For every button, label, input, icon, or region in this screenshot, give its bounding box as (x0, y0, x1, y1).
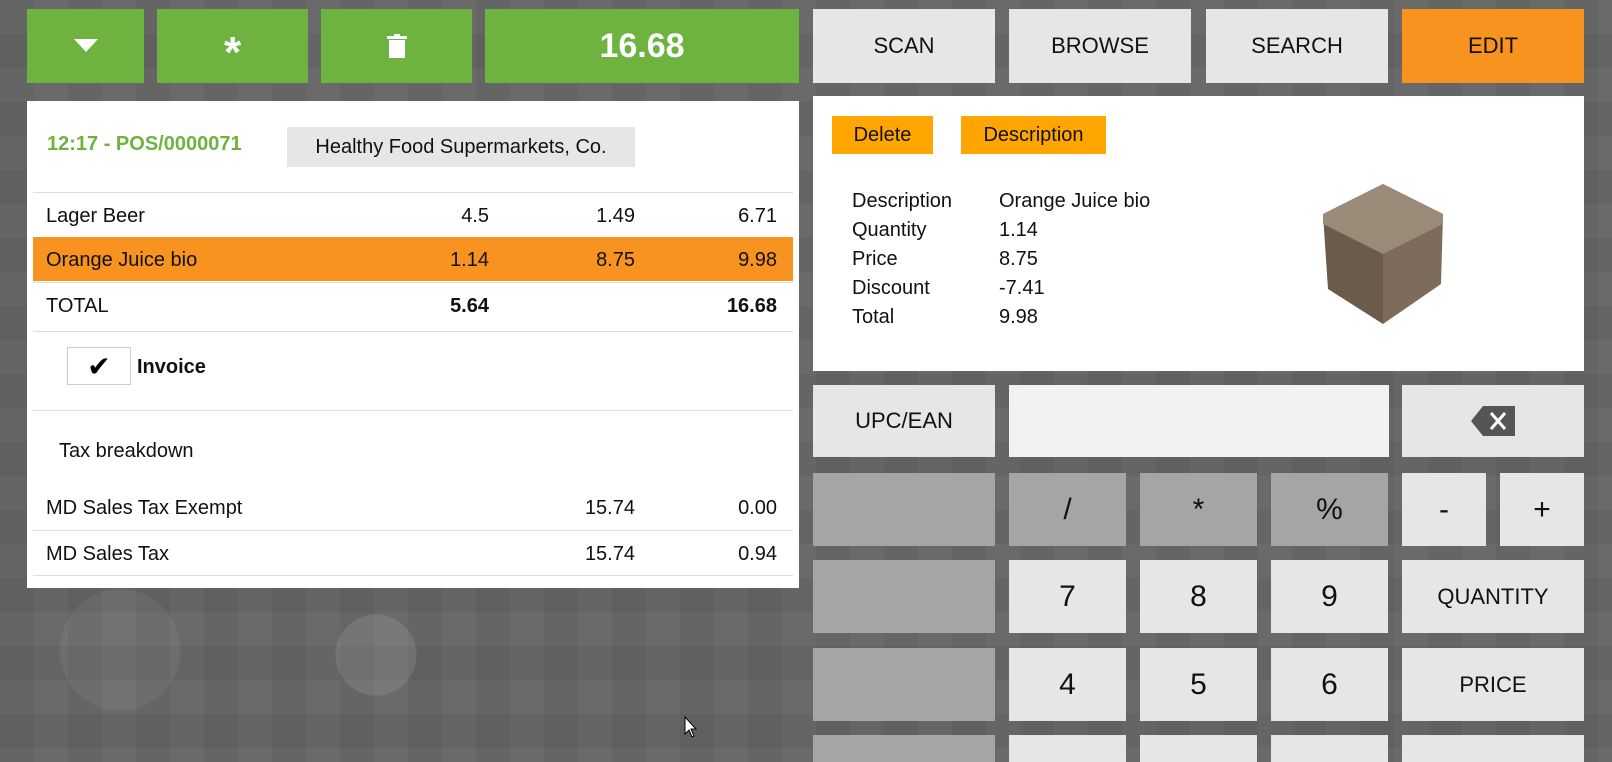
search-button[interactable]: SEARCH (1206, 9, 1388, 83)
blank-key (813, 648, 995, 721)
line-product-name: Lager Beer (46, 205, 145, 227)
line-total: 6.71 (738, 205, 777, 227)
order-total-row: TOTAL 5.64 16.68 (33, 282, 793, 327)
backspace-button[interactable] (1402, 385, 1584, 457)
total-label: TOTAL (46, 295, 109, 317)
price-mode-button[interactable]: PRICE (1402, 648, 1584, 721)
total-quantity: 5.64 (450, 295, 489, 317)
check-icon: ✔ (87, 350, 111, 382)
blank-key (813, 560, 995, 633)
tax-breakdown-title: Tax breakdown (59, 440, 194, 462)
digit-key-partial[interactable] (1140, 735, 1257, 762)
tax-line: MD Sales Tax Exempt 15.74 0.00 (33, 485, 793, 529)
digit-8-key[interactable]: 8 (1140, 560, 1257, 633)
divide-key[interactable]: / (1009, 473, 1126, 546)
line-price: 1.49 (596, 205, 635, 227)
tax-name: MD Sales Tax Exempt (46, 497, 243, 519)
detail-key: Price (852, 248, 898, 270)
quantity-mode-button[interactable]: QUANTITY (1402, 560, 1584, 633)
digit-7-key[interactable]: 7 (1009, 560, 1126, 633)
order-line-selected[interactable]: Orange Juice bio 1.14 8.75 9.98 (33, 237, 793, 281)
detail-key: Description (852, 190, 953, 212)
divider (33, 575, 793, 576)
asterisk-button[interactable]: * (157, 9, 308, 83)
line-total: 9.98 (738, 249, 777, 271)
digit-key-partial[interactable] (1271, 735, 1388, 762)
line-product-name: Orange Juice bio (46, 249, 198, 271)
order-reference: 12:17 - POS/0000071 (47, 133, 242, 155)
mouse-cursor-icon (684, 716, 698, 738)
upc-ean-button[interactable]: UPC/EAN (813, 385, 995, 457)
invoice-checkbox[interactable]: ✔ (67, 347, 131, 385)
backspace-icon (1471, 406, 1515, 436)
tax-name: MD Sales Tax (46, 543, 170, 565)
percent-key[interactable]: % (1271, 473, 1388, 546)
minus-key[interactable]: - (1402, 473, 1486, 546)
customer-button[interactable]: Healthy Food Supermarkets, Co. (287, 127, 635, 167)
caret-down-icon (73, 39, 98, 52)
asterisk-icon: * (223, 28, 242, 77)
description-button[interactable]: Description (961, 116, 1106, 154)
plus-key[interactable]: + (1500, 473, 1584, 546)
detail-value: 8.75 (999, 248, 1038, 270)
tax-base: 15.74 (584, 543, 635, 565)
order-panel: 12:17 - POS/0000071 Healthy Food Superma… (27, 101, 799, 588)
detail-key: Discount (852, 277, 930, 299)
tax-line: MD Sales Tax 15.74 0.94 (33, 530, 793, 575)
detail-value: -7.41 (999, 277, 1045, 299)
digit-5-key[interactable]: 5 (1140, 648, 1257, 721)
digit-4-key[interactable]: 4 (1009, 648, 1126, 721)
digit-6-key[interactable]: 6 (1271, 648, 1388, 721)
delete-line-button[interactable]: Delete (832, 116, 933, 154)
detail-key: Quantity (852, 219, 927, 241)
line-quantity: 1.14 (450, 249, 489, 271)
mode-key-partial[interactable] (1402, 735, 1584, 762)
barcode-input[interactable] (1009, 385, 1389, 457)
order-total-display: 16.68 (485, 9, 799, 83)
dropdown-button[interactable] (27, 9, 144, 83)
line-detail-panel: Delete Description Description Orange Jui… (813, 96, 1584, 371)
blank-key (813, 473, 995, 546)
detail-value: 9.98 (999, 306, 1038, 328)
divider (33, 331, 793, 332)
trash-icon (386, 34, 407, 58)
delete-order-button[interactable] (321, 9, 472, 83)
line-price: 8.75 (596, 249, 635, 271)
divider (33, 410, 793, 411)
detail-value: 1.14 (999, 219, 1038, 241)
digit-9-key[interactable]: 9 (1271, 560, 1388, 633)
total-amount: 16.68 (726, 295, 777, 317)
browse-button[interactable]: BROWSE (1009, 9, 1191, 83)
product-box-icon (1323, 184, 1443, 324)
multiply-key[interactable]: * (1140, 473, 1257, 546)
order-line[interactable]: Lager Beer 4.5 1.49 6.71 (33, 192, 793, 237)
detail-key: Total (852, 306, 895, 328)
line-quantity: 4.5 (461, 205, 489, 227)
invoice-label: Invoice (137, 356, 206, 378)
digit-key-partial[interactable] (1009, 735, 1126, 762)
tax-amount: 0.00 (738, 497, 777, 519)
blank-key (813, 735, 995, 762)
detail-value: Orange Juice bio (999, 190, 1151, 212)
tax-base: 15.74 (584, 497, 635, 519)
tax-amount: 0.94 (738, 543, 777, 565)
scan-button[interactable]: SCAN (813, 9, 995, 83)
edit-button[interactable]: EDIT (1402, 9, 1584, 83)
